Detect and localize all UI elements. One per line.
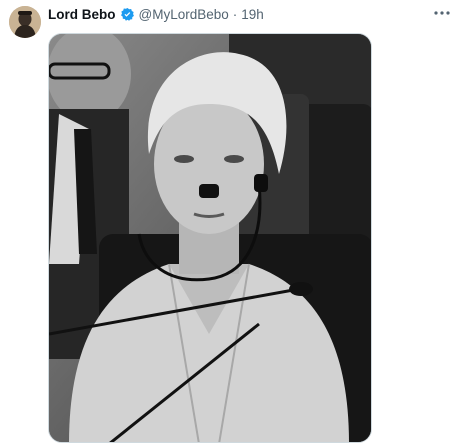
- tweet: Lord Bebo @MyLordBebo · 19h: [0, 0, 460, 446]
- tweet-header: Lord Bebo @MyLordBebo · 19h: [48, 5, 264, 23]
- separator-dot: ·: [232, 6, 238, 22]
- timestamp[interactable]: 19h: [241, 7, 264, 22]
- author-name[interactable]: Lord Bebo: [48, 7, 116, 22]
- author-handle[interactable]: @MyLordBebo: [139, 7, 229, 22]
- author-avatar[interactable]: [9, 6, 41, 38]
- tweet-photo[interactable]: [48, 33, 372, 443]
- more-options-icon[interactable]: [432, 4, 452, 22]
- verified-badge-icon: [120, 7, 135, 22]
